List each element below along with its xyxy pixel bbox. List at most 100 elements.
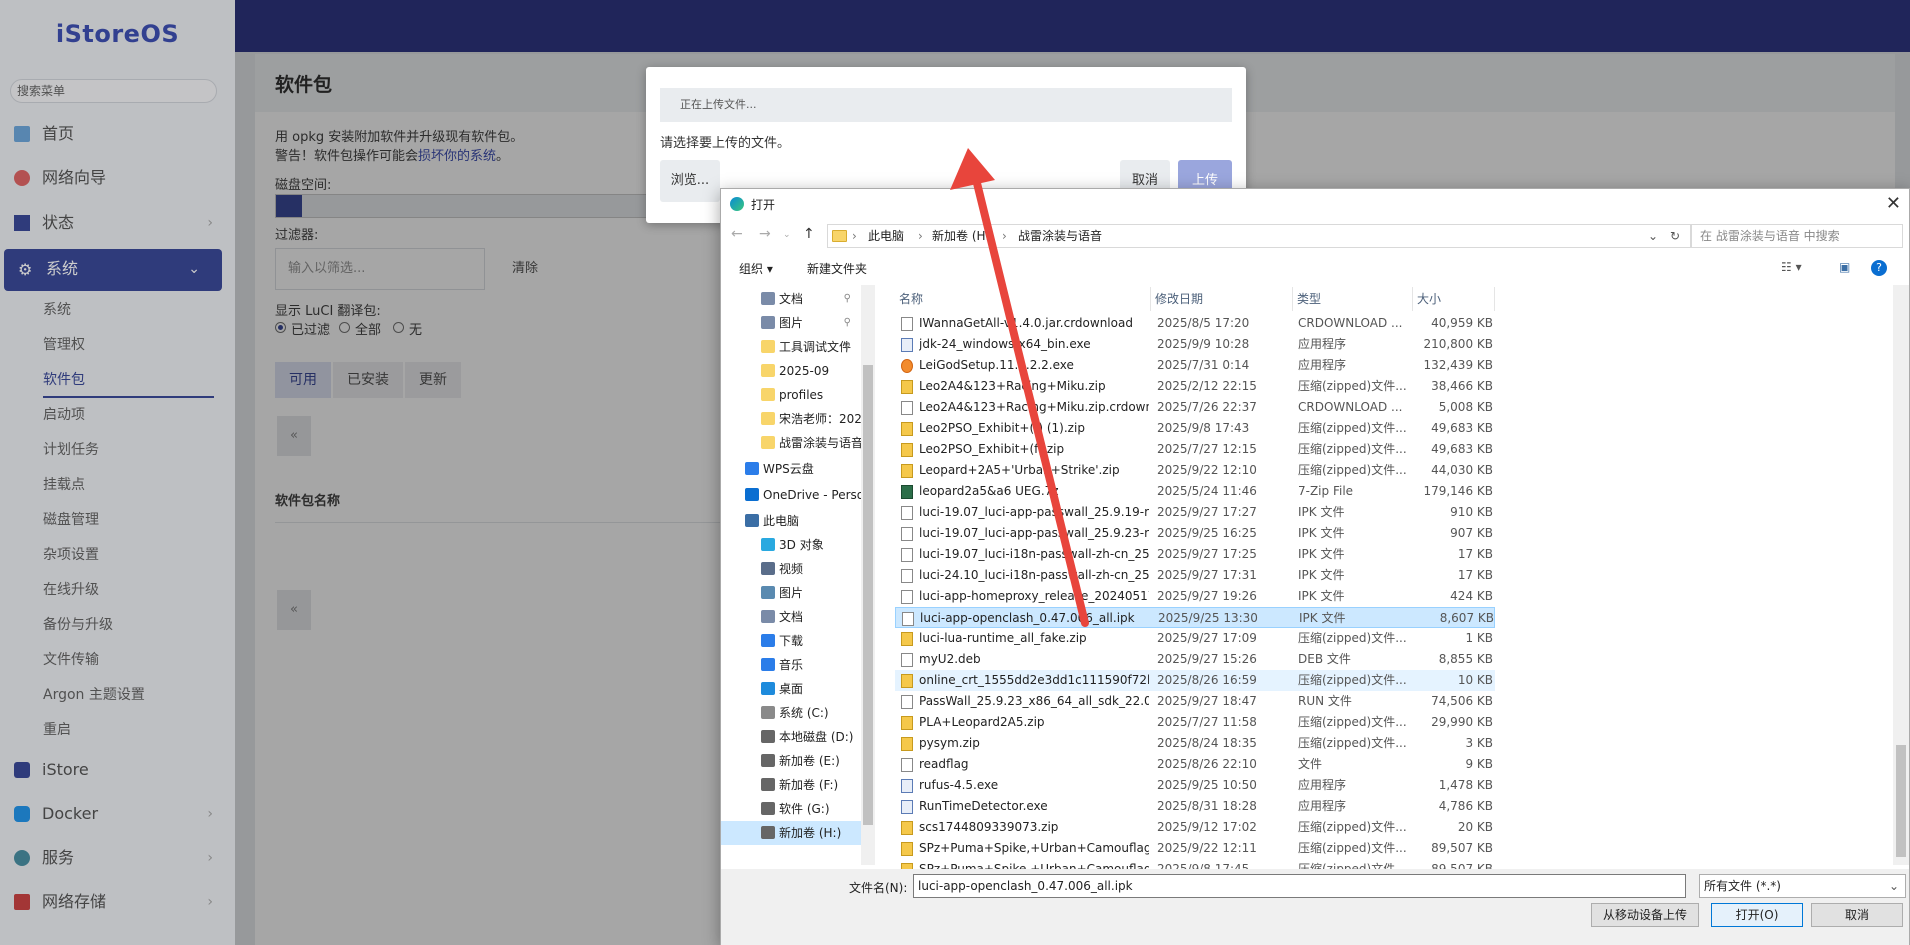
nav-pane-item[interactable]: 文档 ⚲ bbox=[721, 287, 861, 311]
filetype-select[interactable]: 所有文件 (*.*) ⌄ bbox=[1699, 874, 1906, 898]
file-row[interactable]: Leo2A4&123+Racing+Miku.zip.crdownload 202… bbox=[895, 397, 1495, 418]
nav-pane-item[interactable]: 3D 对象 bbox=[721, 533, 861, 557]
nav-pane-item[interactable]: 下载 bbox=[721, 629, 861, 653]
file-row[interactable]: scs1744809339073.zip 2025/9/12 17:02 压缩(zi… bbox=[895, 817, 1495, 838]
file-size: 3 KB bbox=[1465, 736, 1493, 750]
filename-input[interactable]: luci-app-openclash_0.47.006_all.ipk bbox=[913, 874, 1686, 898]
file-row[interactable]: myU2.deb 2025/9/27 15:26 DEB 文件 8,855 KB bbox=[895, 649, 1495, 670]
nav-pane-item[interactable]: 宋浩老师：2022 bbox=[721, 407, 861, 431]
nav-pane-item[interactable]: 视频 bbox=[721, 557, 861, 581]
nav-pane-item[interactable]: 音乐 bbox=[721, 653, 861, 677]
col-header-type[interactable]: 类型 bbox=[1293, 287, 1413, 311]
nav-pane-item[interactable]: WPS云盘 bbox=[721, 457, 861, 481]
file-row[interactable]: pysym.zip 2025/8/24 18:35 压缩(zipped)文件... 3… bbox=[895, 733, 1495, 754]
nav-pane-item[interactable]: 系统 (C:) bbox=[721, 701, 861, 725]
file-name: SPz+Puma+Spike,+Urban+Camouflage.zip bbox=[919, 841, 1149, 855]
file-row[interactable]: luci-app-homeproxy_release_20240517.ipk 2… bbox=[895, 586, 1495, 607]
file-row[interactable]: luci-24.10_luci-i18n-passwall-zh-cn_25.9… bbox=[895, 565, 1495, 586]
address-bar[interactable]: › 此电脑 › 新加卷 (H:) › 战雷涂装与语音 ⌄ ↻ bbox=[827, 224, 1691, 248]
nav-pane-item[interactable]: 此电脑 bbox=[721, 509, 861, 533]
help-icon[interactable]: ? bbox=[1871, 260, 1887, 276]
nav-pane-item[interactable]: 本地磁盘 (D:) bbox=[721, 725, 861, 749]
file-row[interactable]: PLA+Leopard2A5.zip 2025/7/27 11:58 压缩(zipp… bbox=[895, 712, 1495, 733]
col-header-date[interactable]: 修改日期 bbox=[1151, 287, 1293, 311]
nav-pane-item[interactable]: 工具调试文件 ⚲ bbox=[721, 335, 861, 359]
file-row[interactable]: jdk-24_windows-x64_bin.exe 2025/9/9 10:28… bbox=[895, 334, 1495, 355]
file-row[interactable]: luci-app-openclash_0.47.006_all.ipk 2025/… bbox=[895, 607, 1495, 628]
file-row[interactable]: online_crt_1555dd2e3dd1c111590f72bd.zip 2… bbox=[895, 670, 1495, 691]
nav-pane-label: 文档 bbox=[779, 292, 804, 306]
folder-search-input[interactable]: 在 战雷涂装与语音 中搜索 bbox=[1691, 224, 1903, 248]
file-size: 49,683 KB bbox=[1431, 442, 1493, 456]
drive-icon bbox=[761, 778, 775, 791]
nav-pane-item[interactable]: 图片 bbox=[721, 581, 861, 605]
nav-pane-item[interactable]: 桌面 bbox=[721, 677, 861, 701]
file-row[interactable]: luci-19.07_luci-app-passwall_25.9.19-r1_… bbox=[895, 502, 1495, 523]
nav-pane-item[interactable]: profiles bbox=[721, 383, 861, 407]
exe-file-icon bbox=[901, 779, 913, 793]
dialog-cancel-button[interactable]: 取消 bbox=[1811, 903, 1903, 927]
upload-from-mobile-button[interactable]: 从移动设备上传 bbox=[1591, 903, 1699, 927]
folder-icon bbox=[761, 562, 775, 575]
exe-file-icon bbox=[901, 800, 913, 814]
file-size: 8,855 KB bbox=[1438, 652, 1493, 666]
refresh-icon[interactable]: ↻ bbox=[1670, 225, 1680, 247]
folder-icon bbox=[761, 364, 775, 377]
file-row[interactable]: rufus-4.5.exe 2025/9/25 10:50 应用程序 1,478 KB bbox=[895, 775, 1495, 796]
file-row[interactable]: Leopard+2A5+'Urban+Strike'.zip 2025/9/22 … bbox=[895, 460, 1495, 481]
address-dropdown-icon[interactable]: ⌄ bbox=[1648, 225, 1658, 247]
nav-pane-item[interactable]: OneDrive - Perso bbox=[721, 483, 861, 507]
file-icon bbox=[901, 506, 913, 520]
nav-pane-scrollbar[interactable] bbox=[861, 285, 875, 865]
recent-dropdown-icon[interactable]: ⌄ bbox=[783, 230, 791, 240]
back-arrow-icon[interactable]: ← bbox=[731, 226, 743, 242]
file-row[interactable]: Leo2A4&123+Racing+Miku.zip 2025/2/12 22:1… bbox=[895, 376, 1495, 397]
path-this-pc[interactable]: 此电脑 bbox=[868, 225, 904, 247]
close-icon[interactable]: ✕ bbox=[1886, 193, 1901, 214]
file-icon bbox=[901, 653, 913, 667]
preview-pane-icon[interactable]: ▣ bbox=[1839, 260, 1850, 274]
nav-pane-item[interactable]: 文档 bbox=[721, 605, 861, 629]
view-options-icon[interactable]: ☷ ▾ bbox=[1781, 260, 1802, 274]
col-header-size[interactable]: 大小 bbox=[1413, 287, 1495, 311]
new-folder-button[interactable]: 新建文件夹 bbox=[807, 260, 867, 277]
path-sep: › bbox=[852, 229, 857, 243]
path-drive-h[interactable]: 新加卷 (H:) bbox=[932, 225, 994, 247]
col-header-name[interactable]: 名称 bbox=[895, 287, 1151, 311]
file-list-scrollbar[interactable] bbox=[1893, 285, 1909, 865]
file-size: 4,786 KB bbox=[1438, 799, 1493, 813]
up-arrow-icon[interactable]: ↑ bbox=[803, 226, 815, 242]
file-row[interactable]: LeiGodSetup.11.2.2.2.exe 2025/7/31 0:14 应用… bbox=[895, 355, 1495, 376]
nav-pane-item[interactable]: 新加卷 (F:) bbox=[721, 773, 861, 797]
file-row[interactable]: IWannaGetAll-v1.4.0.jar.crdownload 2025/8… bbox=[895, 313, 1495, 334]
file-row[interactable]: PassWall_25.9.23_x86_64_all_sdk_22.03.ru… bbox=[895, 691, 1495, 712]
file-row[interactable]: leopard2a5&a6 UEG.7z 2025/5/24 11:46 7-Zip… bbox=[895, 481, 1495, 502]
file-row[interactable]: SPz+Puma+Spike,+Urban+Camouflage.zip 2025… bbox=[895, 838, 1495, 859]
forward-arrow-icon[interactable]: → bbox=[759, 226, 771, 242]
file-name: luci-19.07_luci-app-passwall_25.9.19-r1_… bbox=[919, 505, 1149, 519]
file-row[interactable]: luci-lua-runtime_all_fake.zip 2025/9/27 1… bbox=[895, 628, 1495, 649]
browse-button[interactable]: 浏览... bbox=[660, 160, 720, 202]
file-row[interactable]: luci-19.07_luci-i18n-passwall-zh-cn_25.9… bbox=[895, 544, 1495, 565]
file-size: 20 KB bbox=[1457, 820, 1493, 834]
file-row[interactable]: luci-19.07_luci-app-passwall_25.9.23-r1_… bbox=[895, 523, 1495, 544]
nav-pane-item[interactable]: 2025-09 bbox=[721, 359, 861, 383]
nav-scroll-thumb[interactable] bbox=[863, 365, 873, 825]
folder-icon bbox=[761, 634, 775, 647]
nav-pane-item[interactable]: 图片 ⚲ bbox=[721, 311, 861, 335]
open-button[interactable]: 打开(O) bbox=[1711, 903, 1803, 927]
file-row[interactable]: Leo2PSO_Exhibit+(f) (1).zip 2025/9/8 17:4… bbox=[895, 418, 1495, 439]
organize-button[interactable]: 组织 ▾ bbox=[739, 260, 773, 277]
file-list-scroll-thumb[interactable] bbox=[1896, 745, 1906, 857]
file-size: 74,506 KB bbox=[1431, 694, 1493, 708]
file-date: 2025/5/24 11:46 bbox=[1157, 484, 1257, 498]
nav-pane-item[interactable]: 软件 (G:) bbox=[721, 797, 861, 821]
path-current-folder[interactable]: 战雷涂装与语音 bbox=[1018, 225, 1102, 247]
nav-pane-item[interactable]: 新加卷 (H:) bbox=[721, 821, 861, 845]
file-row[interactable]: readflag 2025/8/26 22:10 文件 9 KB bbox=[895, 754, 1495, 775]
nav-pane-item[interactable]: 战雷涂装与语音 bbox=[721, 431, 861, 455]
file-row[interactable]: RunTimeDetector.exe 2025/8/31 18:28 应用程序 4,… bbox=[895, 796, 1495, 817]
file-row[interactable]: Leo2PSO_Exhibit+(f).zip 2025/7/27 12:15 压缩… bbox=[895, 439, 1495, 460]
nav-pane-item[interactable]: 新加卷 (E:) bbox=[721, 749, 861, 773]
file-name: Leopard+2A5+'Urban+Strike'.zip bbox=[919, 463, 1120, 477]
